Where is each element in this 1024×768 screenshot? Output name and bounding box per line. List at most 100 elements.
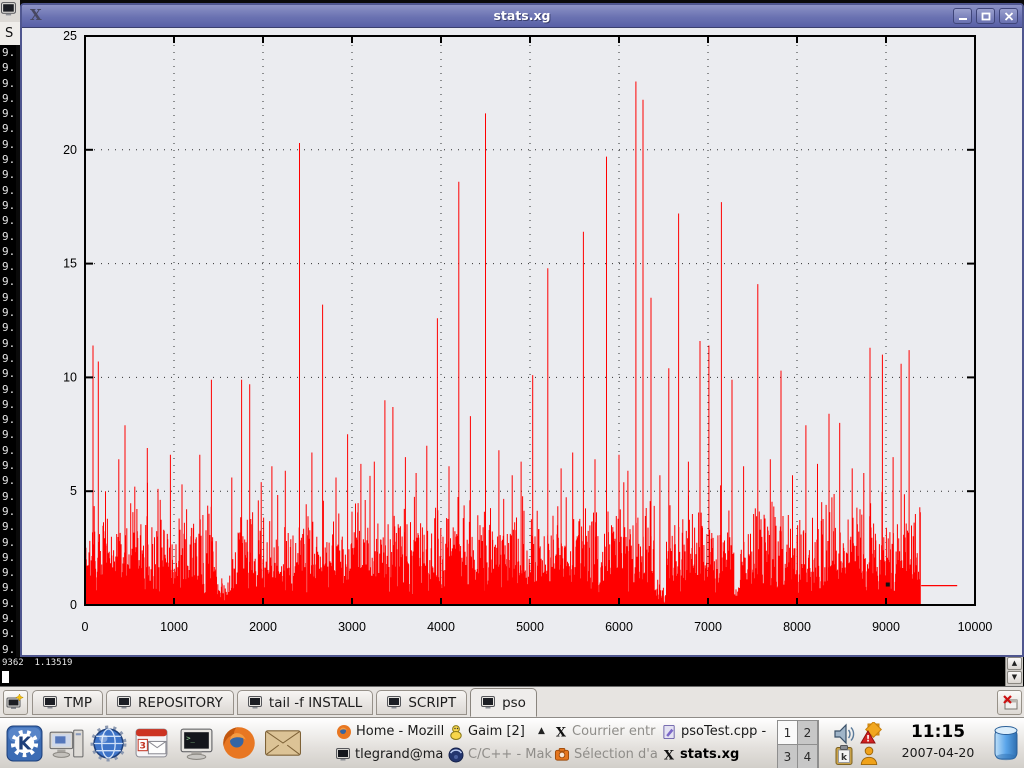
taskbar-item-label: Courrier entr: [572, 724, 656, 739]
terminal-side-line: 9.: [2, 504, 16, 519]
svg-text:15: 15: [63, 257, 77, 271]
konsole-tab-script[interactable]: SCRIPT: [376, 690, 467, 715]
terminal-output-line: 9362 1.13519: [2, 658, 72, 668]
terminal-side-line: 9.: [2, 580, 16, 595]
svg-text:0: 0: [70, 598, 77, 612]
taskbar-item-label: Home - Mozill: [356, 724, 444, 739]
clock-date[interactable]: 2007-04-20: [886, 745, 990, 760]
terminal-side-line: 9.: [2, 519, 16, 534]
klipper-tray-icon[interactable]: k: [833, 745, 855, 766]
terminal-side-line: 9.: [2, 397, 16, 412]
volume-tray-icon[interactable]: [831, 722, 857, 746]
glass-icon[interactable]: [991, 723, 1021, 767]
konsole-launcher[interactable]: >_: [176, 722, 216, 764]
konsole-tab-repository[interactable]: REPOSITORY: [106, 690, 234, 715]
tab-label: REPOSITORY: [138, 695, 223, 711]
svg-text:1000: 1000: [160, 620, 188, 634]
terminal-side-line: 9.: [2, 121, 16, 136]
presence-tray-icon[interactable]: [858, 745, 880, 766]
taskbar-item-home-mozill[interactable]: Home - Mozill: [334, 720, 446, 743]
close-button[interactable]: [999, 8, 1018, 24]
konsole-tab-pso[interactable]: pso: [470, 688, 537, 717]
taskbar-item-psotest-cpp[interactable]: psoTest.cpp -: [660, 720, 778, 743]
konqueror-launcher[interactable]: [88, 722, 128, 764]
scroll-up-button[interactable]: ▲: [1007, 657, 1022, 670]
tab-label: pso: [502, 695, 526, 711]
terminal-side-line: 9.: [2, 167, 16, 182]
terminal-side-line: 9.: [2, 244, 16, 259]
taskbar-item-c-c-mak[interactable]: C/C++ - Mak: [446, 743, 552, 766]
kontact-launcher[interactable]: 3: [131, 722, 171, 764]
tab-label: TMP: [64, 695, 92, 711]
scroll-up-icon: ▲: [1012, 660, 1017, 667]
taskbar-item-label: stats.xg: [680, 747, 739, 762]
terminal-output-area[interactable]: 9362 1.13519 ▲ ▼: [0, 657, 1024, 686]
firefox-launcher[interactable]: [219, 722, 259, 764]
terminal-side-line: 9.: [2, 427, 16, 442]
terminal-scrollbar[interactable]: ▲ ▼: [1005, 657, 1023, 686]
clock-time[interactable]: 11:15: [886, 722, 990, 742]
terminal-side-lines[interactable]: 9.9.9.9.9.9.9.9.9.9.9.9.9.9.9.9.9.9.9.9.…: [0, 45, 16, 657]
firefox-icon: [336, 724, 352, 740]
terminal-icon: [481, 696, 496, 709]
terminal-side-line: 9.: [2, 473, 16, 488]
terminal-side-line: 9.: [2, 45, 16, 60]
svg-text:3000: 3000: [338, 620, 366, 634]
svg-text:4000: 4000: [427, 620, 455, 634]
minimize-button[interactable]: [953, 8, 972, 24]
konsole-tabbar-tabs: TMP REPOSITORY tail -f INSTALL SCRIPT pso: [32, 687, 540, 718]
svg-text:X: X: [664, 748, 675, 762]
terminal-side-line: 9.: [2, 535, 16, 550]
terminal-side-line: 9.: [2, 596, 16, 611]
mail-launcher[interactable]: [263, 722, 303, 764]
taskbar-item-courrier-entr[interactable]: XCourrier entr: [552, 720, 660, 743]
person-icon: [859, 745, 879, 766]
terminal-side-line: 9.: [2, 274, 16, 289]
mail-icon: [265, 730, 301, 756]
pager-desktop-1[interactable]: 1: [778, 721, 797, 744]
konsole-icon: [336, 748, 351, 761]
taskbar-item-label: tlegrand@ma: [355, 747, 443, 762]
svg-text:7000: 7000: [694, 620, 722, 634]
firefox-icon: [221, 725, 257, 761]
alarm-icon: !: [859, 722, 883, 746]
new-session-button[interactable]: [3, 690, 28, 715]
konsole-tab-tmp[interactable]: TMP: [32, 690, 103, 715]
kmenu-launcher[interactable]: K: [4, 722, 44, 764]
pager-desktop-4[interactable]: 4: [798, 745, 817, 768]
svg-text:3: 3: [139, 740, 145, 751]
terminal-side-line: 9.: [2, 351, 16, 366]
svg-text:5000: 5000: [516, 620, 544, 634]
terminal-side-line: 9.: [2, 443, 16, 458]
tab-label: tail -f INSTALL: [269, 695, 362, 711]
titlebar[interactable]: X stats.xg: [22, 5, 1022, 28]
taskbar-item-label: Sélection d'a: [574, 747, 658, 762]
terminal-side-line: 9.: [2, 305, 16, 320]
window-controls: [949, 8, 1018, 24]
alarm-tray-icon[interactable]: !: [858, 722, 884, 746]
taskbar-item-label: C/C++ - Mak: [468, 747, 552, 762]
konsole-menubar: S: [0, 22, 20, 45]
pager-desktop-3[interactable]: 3: [778, 745, 797, 768]
taskbar-item-s-lection-d-a[interactable]: Sélection d'a: [552, 743, 660, 766]
scroll-down-button[interactable]: ▼: [1007, 671, 1022, 684]
svg-text:20: 20: [63, 143, 77, 157]
terminal-side-line: 9.: [2, 458, 16, 473]
menu-session[interactable]: S: [5, 26, 13, 41]
terminal-side-line: 9.: [2, 611, 16, 626]
terminal-side-line: 9.: [2, 91, 16, 106]
svg-text:>_: >_: [186, 733, 195, 742]
taskbar-item-stats-xg[interactable]: Xstats.xg: [660, 743, 778, 766]
terminal-side-line: 9.: [2, 259, 16, 274]
xgraph-window: X stats.xg 01000200030004000500060007000…: [20, 3, 1024, 657]
maximize-button[interactable]: [976, 8, 995, 24]
pager-desktop-2[interactable]: 2: [798, 721, 817, 744]
konsole-window-icon: [0, 0, 20, 22]
system-launcher[interactable]: [46, 722, 86, 764]
taskbar-item-gaim-2[interactable]: Gaim [2]: [446, 720, 552, 743]
svg-text:10000: 10000: [958, 620, 993, 634]
konsole-tab-tail-f-install[interactable]: tail -f INSTALL: [237, 690, 373, 715]
taskbar-overflow-arrow[interactable]: ▲: [538, 726, 545, 736]
taskbar-item-tlegrand-ma[interactable]: tlegrand@ma: [334, 743, 446, 766]
close-session-button[interactable]: [997, 690, 1022, 715]
